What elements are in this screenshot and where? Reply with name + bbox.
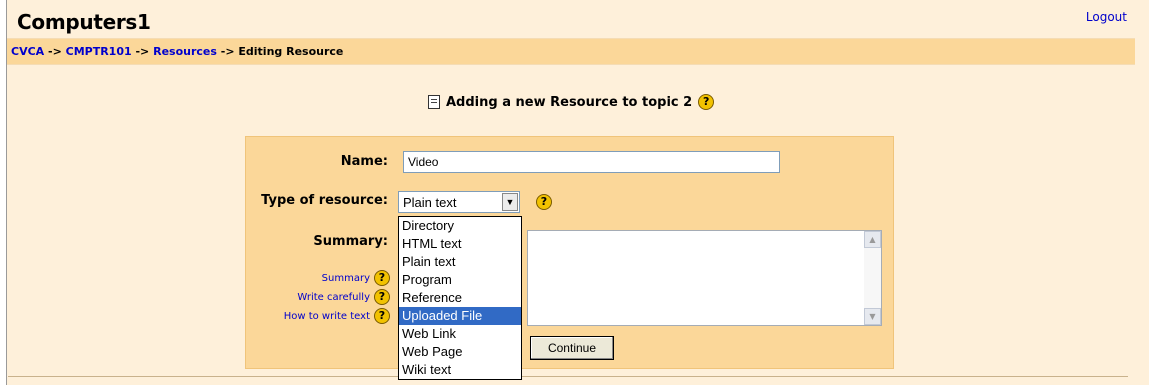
breadcrumb-separator: -> [216,45,239,58]
help-icon[interactable]: ? [374,270,390,286]
dropdown-option-web-page[interactable]: Web Page [399,343,521,361]
help-link-label[interactable]: How to write text [284,311,370,322]
help-link-how-to-write[interactable]: How to write text ? [284,308,390,324]
breadcrumb-separator: -> [131,45,154,58]
type-selected-value: Plain text [403,195,457,210]
scroll-down-icon[interactable]: ▼ [864,308,881,325]
type-label: Type of resource: [261,193,388,208]
name-input[interactable] [403,151,780,173]
dropdown-option-web-link[interactable]: Web Link [399,325,521,343]
breadcrumb-current: Editing Resource [238,45,344,58]
scroll-up-icon[interactable]: ▲ [864,231,881,248]
breadcrumb-cmptr101[interactable]: CMPTR101 [66,45,132,58]
dropdown-option-wiki-text[interactable]: Wiki text [399,361,521,379]
scrollbar[interactable]: ▲ ▼ [864,231,881,325]
summary-textarea[interactable]: ▲ ▼ [527,230,882,326]
help-icon[interactable]: ? [374,289,390,305]
continue-button[interactable]: Continue [530,336,614,360]
help-icon[interactable]: ? [374,308,390,324]
help-link-label[interactable]: Write carefully [297,292,370,303]
breadcrumb: CVCA -> CMPTR101 -> Resources -> Editing… [11,45,343,58]
dropdown-option-directory[interactable]: Directory [399,217,521,235]
navbar: CVCA -> CMPTR101 -> Resources -> Editing… [7,38,1135,65]
type-select[interactable]: Plain text ▼ [398,191,520,213]
dropdown-option-plain-text[interactable]: Plain text [399,253,521,271]
dropdown-option-program[interactable]: Program [399,271,521,289]
breadcrumb-cvca[interactable]: CVCA [11,45,44,58]
divider [8,376,1128,377]
help-icon[interactable]: ? [536,194,552,210]
help-link-summary[interactable]: Summary ? [322,270,390,286]
help-links: Summary ? Write carefully ? How to write… [250,270,390,330]
help-link-label[interactable]: Summary [322,273,370,284]
breadcrumb-resources[interactable]: Resources [153,45,217,58]
help-link-write-carefully[interactable]: Write carefully ? [297,289,390,305]
chevron-down-icon[interactable]: ▼ [502,193,518,211]
summary-label: Summary: [313,234,388,249]
dropdown-option-html-text[interactable]: HTML text [399,235,521,253]
name-label: Name: [340,154,388,169]
type-dropdown-list[interactable]: Directory HTML text Plain text Program R… [398,216,522,380]
logout-link[interactable]: Logout [1086,10,1127,24]
dropdown-option-reference[interactable]: Reference [399,289,521,307]
breadcrumb-separator: -> [44,45,66,58]
help-icon[interactable]: ? [698,94,715,110]
left-border [0,0,7,385]
dropdown-option-uploaded-file[interactable]: Uploaded File [399,307,521,325]
page-heading-text: Adding a new Resource to topic 2 [446,94,693,110]
document-icon [428,95,440,109]
site-title: Computers1 [17,10,151,34]
page-heading: Adding a new Resource to topic 2 ? [428,94,715,110]
